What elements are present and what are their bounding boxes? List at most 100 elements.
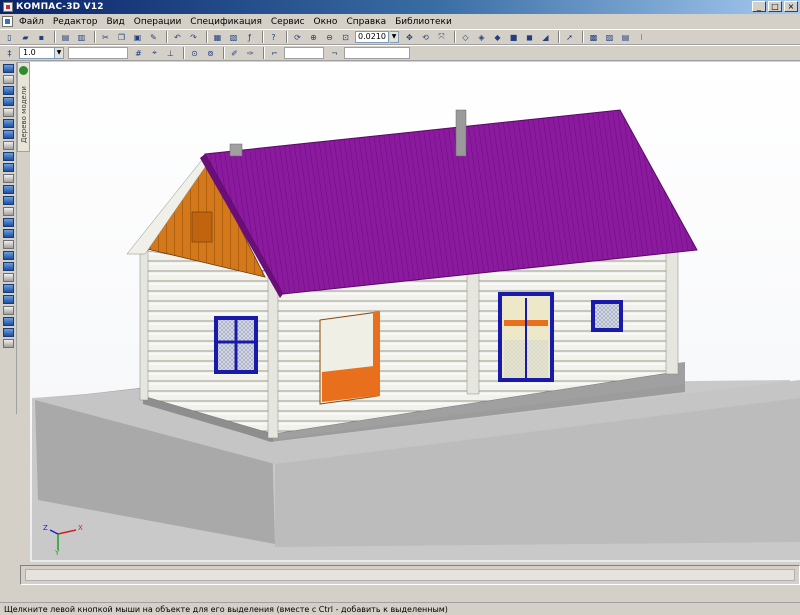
maximize-icon[interactable]: □ [768, 1, 782, 12]
document-icon[interactable] [2, 16, 13, 27]
grid-icon[interactable]: # [132, 47, 145, 59]
properties-icon[interactable]: ▩ [587, 31, 600, 43]
toolbar-expand-icon[interactable]: ⁝ [635, 31, 648, 43]
reports-icon[interactable] [3, 218, 14, 227]
export-icon[interactable] [3, 317, 14, 326]
cut-icon[interactable]: ✂ [99, 31, 112, 43]
scrollbar-track[interactable] [25, 569, 795, 581]
variables-icon[interactable]: ƒ [243, 31, 256, 43]
zoom-in-icon[interactable]: ⊕ [307, 31, 320, 43]
coord-x-icon[interactable]: ⌐ [268, 47, 281, 59]
undo-icon[interactable]: ↶ [171, 31, 184, 43]
library-tool-icon[interactable] [3, 240, 14, 249]
menu-file[interactable]: Файл [19, 17, 44, 27]
menu-window[interactable]: Окно [314, 17, 338, 27]
edit-sketch-icon[interactable]: ✐ [228, 47, 241, 59]
coord-y-icon[interactable]: ¬ [328, 47, 341, 59]
compact-toolbar [0, 62, 17, 414]
coord-y-field[interactable] [344, 47, 410, 59]
redo-icon[interactable]: ↷ [187, 31, 200, 43]
select-filter-icon[interactable]: ➚ [563, 31, 576, 43]
measure-tool-icon[interactable] [3, 185, 14, 194]
menu-libraries[interactable]: Библиотеки [395, 17, 452, 27]
minimize-icon[interactable]: _ [752, 1, 766, 12]
rotate-icon[interactable]: ⟲ [419, 31, 432, 43]
step-field[interactable]: 1.0 [19, 47, 55, 59]
layer-field[interactable] [68, 47, 128, 59]
horizontal-scrollbar[interactable] [20, 565, 800, 585]
snap-local-icon[interactable]: ⊚ [204, 47, 217, 59]
local-cs-icon[interactable]: ⌖ [148, 47, 161, 59]
assembly-icon[interactable] [3, 251, 14, 260]
orientation-icon[interactable]: ⤧ [435, 31, 448, 43]
perspective-icon[interactable]: ◢ [539, 31, 552, 43]
designations-icon[interactable] [3, 163, 14, 172]
new-document-icon[interactable]: ▯ [3, 31, 16, 43]
menu-help[interactable]: Справка [346, 17, 386, 27]
zoom-out-icon[interactable]: ⊖ [323, 31, 336, 43]
surfaces-icon[interactable] [3, 108, 14, 117]
pan-icon[interactable]: ✥ [403, 31, 416, 43]
print-icon[interactable]: ▤ [59, 31, 72, 43]
filters-icon[interactable] [3, 196, 14, 205]
snap-icon[interactable]: ⊙ [188, 47, 201, 59]
zoom-window-icon[interactable]: ⊡ [339, 31, 352, 43]
format-painter-icon[interactable]: ✎ [147, 31, 160, 43]
menu-service[interactable]: Сервис [271, 17, 305, 27]
library-icon[interactable]: ▧ [227, 31, 240, 43]
mates-icon[interactable] [3, 262, 14, 271]
specification-tool-icon[interactable] [3, 207, 14, 216]
refresh-icon[interactable]: ⟳ [291, 31, 304, 43]
edit-tool-icon[interactable] [3, 64, 14, 73]
close-icon[interactable]: × [784, 1, 798, 12]
sketch-tool-icon[interactable] [3, 75, 14, 84]
variables-tool-icon[interactable] [3, 273, 14, 282]
menu-operations[interactable]: Операции [134, 17, 182, 27]
diagnostics-icon[interactable] [3, 174, 14, 183]
thin-lines-icon[interactable]: ◆ [491, 31, 504, 43]
menu-view[interactable]: Вид [106, 17, 124, 27]
shaded-icon[interactable]: ■ [507, 31, 520, 43]
preview-icon[interactable]: ▥ [75, 31, 88, 43]
window-controls: _ □ × [752, 1, 798, 12]
standard-toolbar: ▯ ▰ ▪ ▤ ▥ ✂ ❐ ▣ ✎ ↶ ↷ ▦ ▧ ƒ ? ⟳ ⊕ ⊖ ⊡ 0.… [0, 29, 800, 45]
menu-specification[interactable]: Спецификация [190, 17, 262, 27]
shaded-edges-icon[interactable]: ◼ [523, 31, 536, 43]
house-model [32, 109, 800, 560]
auxiliary-geometry-icon[interactable] [3, 141, 14, 150]
step-icon[interactable]: ‡ [3, 47, 16, 59]
tree-icon[interactable]: ▨ [603, 31, 616, 43]
spatial-curves-icon[interactable] [3, 97, 14, 106]
elements-icon[interactable] [3, 229, 14, 238]
zoom-dropdown-icon[interactable]: ▼ [390, 31, 399, 43]
tree-icon [19, 66, 28, 75]
section-icon[interactable] [3, 295, 14, 304]
hidden-lines-icon[interactable]: ◈ [475, 31, 488, 43]
render-icon[interactable] [3, 306, 14, 315]
wireframe-icon[interactable]: ◇ [459, 31, 472, 43]
geometry-tool-icon[interactable] [3, 86, 14, 95]
menu-edit[interactable]: Редактор [53, 17, 98, 27]
save-icon[interactable]: ▪ [35, 31, 48, 43]
measure-icon[interactable]: ▤ [619, 31, 632, 43]
model-tree-tab[interactable]: Дерево модели [17, 62, 30, 152]
open-folder-icon[interactable]: ▰ [19, 31, 32, 43]
status-bar: Щелкните левой кнопкой мыши на объекте д… [0, 602, 800, 615]
sheet-body-icon[interactable] [3, 130, 14, 139]
step-dropdown-icon[interactable]: ▼ [55, 47, 64, 59]
coord-x-field[interactable] [284, 47, 324, 59]
dimensions-icon[interactable] [3, 152, 14, 161]
settings-tool-icon[interactable] [3, 339, 14, 348]
transform-icon[interactable] [3, 284, 14, 293]
param-icon[interactable]: ✑ [244, 47, 257, 59]
manager-icon[interactable]: ▦ [211, 31, 224, 43]
zoom-scale-field[interactable]: 0.0210 [355, 31, 389, 43]
ortho-icon[interactable]: ⊥ [164, 47, 177, 59]
macro-icon[interactable] [3, 328, 14, 337]
copy-icon[interactable]: ❐ [115, 31, 128, 43]
help-pointer-icon[interactable]: ? [267, 31, 280, 43]
paste-icon[interactable]: ▣ [131, 31, 144, 43]
3d-viewport[interactable]: X Y Z [30, 62, 800, 562]
axis-z-label: Z [43, 524, 48, 532]
arrays-icon[interactable] [3, 119, 14, 128]
